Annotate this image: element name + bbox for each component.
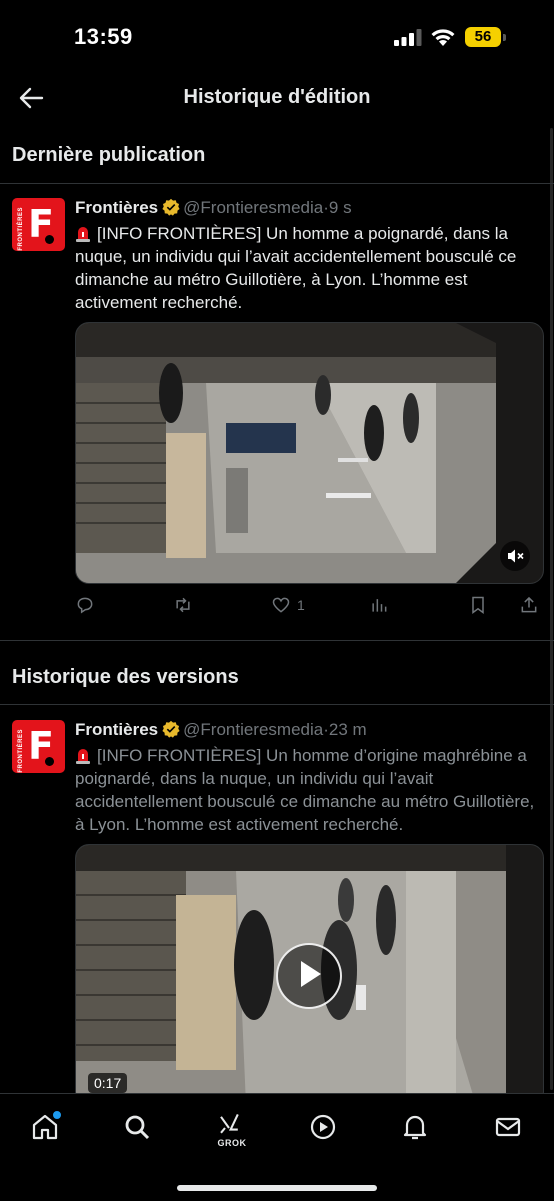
reply-button[interactable]	[75, 593, 95, 617]
reply-icon	[77, 597, 93, 614]
tab-search[interactable]	[122, 1112, 156, 1146]
author-name[interactable]: Frontières	[75, 720, 158, 739]
page-header: Historique d'édition	[0, 70, 554, 126]
bell-icon	[403, 1115, 427, 1140]
tweet-text: [INFO FRONTIÈRES] Un homme a poignardé, …	[75, 224, 517, 312]
like-count: 1	[297, 597, 305, 613]
latest-tweet[interactable]: FRONTIÈRES F Frontières @Frontieresmedia·…	[0, 198, 554, 628]
bookmark-button[interactable]	[468, 593, 488, 617]
tweet-actions: 1	[75, 593, 545, 617]
avatar[interactable]: FRONTIÈRES F	[12, 720, 65, 773]
video-frame	[76, 323, 543, 583]
notification-dot	[52, 1110, 62, 1120]
author-handle[interactable]: @Frontieresmedia	[183, 198, 323, 217]
play-button[interactable]	[276, 943, 342, 1009]
tweet-video[interactable]	[75, 322, 544, 584]
views-button[interactable]	[369, 593, 389, 617]
tab-home[interactable]	[30, 1110, 64, 1146]
tab-grok[interactable]: GROK	[215, 1112, 249, 1148]
author-name[interactable]: Frontières	[75, 198, 158, 217]
grok-label: GROK	[217, 1138, 247, 1148]
share-button[interactable]	[519, 593, 539, 617]
status-bar: 13:59 56	[0, 0, 554, 70]
siren-icon	[75, 746, 91, 764]
mute-toggle-button[interactable]	[500, 541, 530, 571]
avatar[interactable]: FRONTIÈRES F	[12, 198, 65, 251]
cellular-signal-icon	[394, 29, 422, 46]
divider	[0, 183, 554, 184]
tweet-time[interactable]: 23 m	[329, 720, 367, 739]
tweet-text: [INFO FRONTIÈRES] Un homme d’origine mag…	[75, 746, 535, 834]
grok-icon	[220, 1113, 239, 1134]
share-icon	[521, 596, 537, 613]
author-handle[interactable]: @Frontieresmedia	[183, 720, 323, 739]
like-button[interactable]: 1	[271, 593, 305, 617]
play-icon	[301, 961, 321, 987]
heart-icon	[272, 597, 290, 613]
video-duration: 0:17	[88, 1073, 128, 1093]
history-tweet[interactable]: FRONTIÈRES F Frontières @Frontieresmedia·…	[0, 720, 554, 1106]
battery-level: 56	[474, 28, 492, 45]
tweet-header: Frontières @Frontieresmedia·9 s	[75, 198, 352, 217]
verified-badge-icon	[162, 198, 180, 216]
divider	[0, 704, 554, 705]
section-title-latest: Dernière publication	[12, 144, 206, 166]
verified-badge-icon	[162, 720, 180, 738]
tweet-time[interactable]: 9 s	[329, 198, 352, 217]
video-icon	[310, 1114, 336, 1140]
tweet-header: Frontières @Frontieresmedia·23 m	[75, 720, 367, 739]
mail-icon	[495, 1117, 521, 1137]
views-chart-icon	[372, 599, 387, 612]
status-time: 13:59	[74, 24, 133, 49]
speaker-muted-icon	[508, 549, 524, 563]
siren-icon	[75, 224, 91, 242]
divider	[0, 640, 554, 641]
tweet-video[interactable]: 0:17	[75, 844, 544, 1106]
page-title: Historique d'édition	[183, 86, 371, 108]
tab-notifications[interactable]	[400, 1112, 434, 1146]
tab-video[interactable]	[308, 1112, 342, 1146]
repost-icon	[176, 597, 190, 613]
bookmark-icon	[472, 596, 484, 614]
home-indicator[interactable]	[177, 1185, 377, 1191]
tab-messages[interactable]	[493, 1112, 527, 1146]
search-icon	[125, 1115, 150, 1140]
section-title-history: Historique des versions	[12, 666, 239, 688]
repost-button[interactable]	[173, 593, 193, 617]
battery-indicator: 56	[465, 27, 507, 47]
wifi-icon	[431, 29, 455, 46]
